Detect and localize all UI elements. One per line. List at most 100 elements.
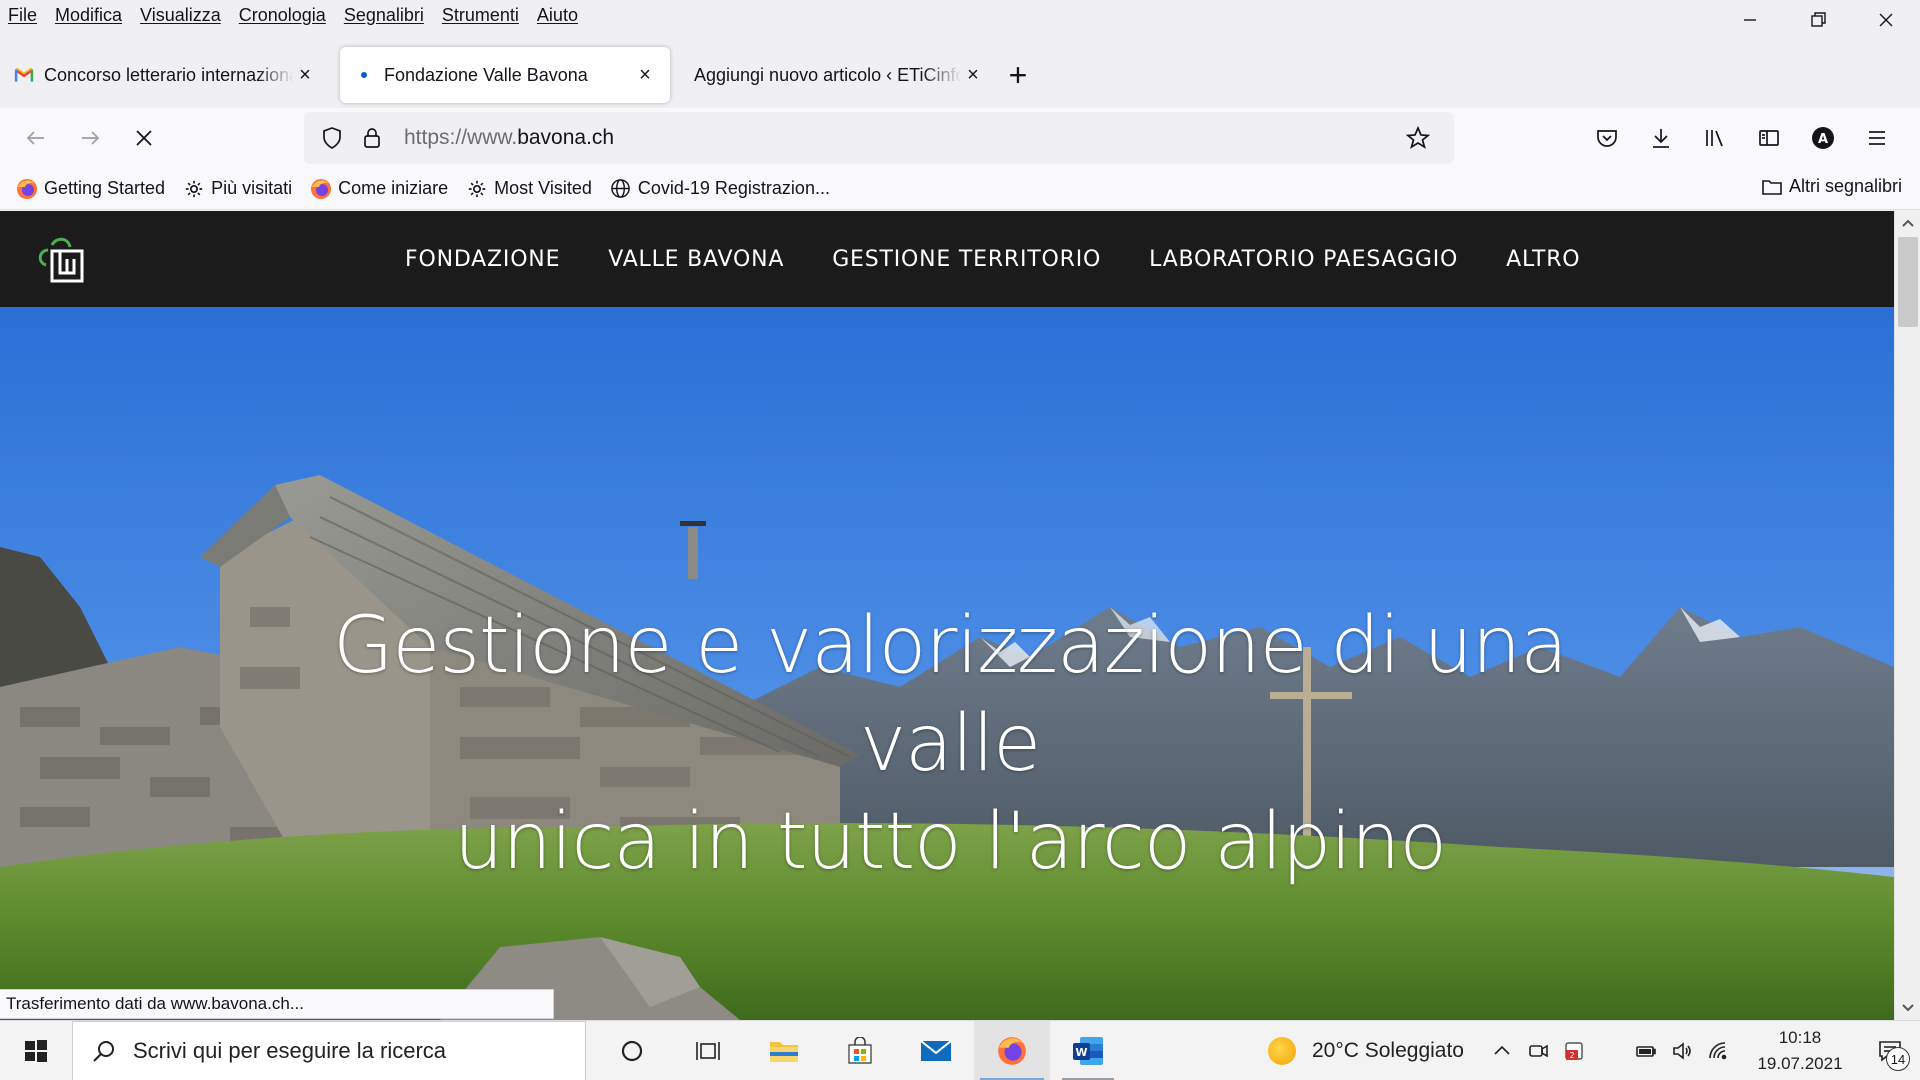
scrollbar-thumb[interactable]	[1898, 237, 1918, 327]
taskbar-clock[interactable]: 10:18 19.07.2021	[1740, 1025, 1860, 1077]
svg-text:A: A	[1818, 132, 1828, 147]
fondazione-logo-icon[interactable]	[34, 233, 90, 287]
site-nav-laboratorio-paesaggio[interactable]: LABORATORIO PAESAGGIO	[1149, 247, 1458, 272]
folder-icon	[770, 1041, 798, 1062]
firefox-icon	[16, 178, 38, 200]
tab-fondazione-valle-bavona[interactable]: Fondazione Valle Bavona ×	[340, 47, 670, 103]
site-nav-valle-bavona[interactable]: VALLE BAVONA	[608, 247, 784, 272]
file-explorer-button[interactable]	[746, 1021, 822, 1080]
windows-taskbar: Scrivi qui per eseguire la ricerca W 20°…	[0, 1020, 1920, 1080]
site-nav-fondazione[interactable]: FONDAZIONE	[405, 247, 560, 272]
camera-icon	[1529, 1044, 1548, 1058]
bookmark-getting-started[interactable]: Getting Started	[16, 178, 165, 200]
sidebar-button[interactable]	[1742, 116, 1796, 160]
menu-file[interactable]: File	[8, 5, 37, 26]
bookmarks-toolbar: Getting Started Più visitati Come inizia…	[0, 168, 1920, 210]
minimize-button[interactable]	[1716, 0, 1784, 40]
hamburger-menu-icon	[1869, 131, 1885, 145]
svg-text:2: 2	[1569, 1051, 1574, 1060]
pocket-button[interactable]	[1580, 116, 1634, 160]
menu-aiuto[interactable]: Aiuto	[537, 5, 578, 26]
tray-volume-button[interactable]	[1664, 1021, 1700, 1080]
plus-icon: +	[1008, 56, 1028, 93]
pocket-icon	[1597, 130, 1617, 147]
tray-meet-now-button[interactable]	[1520, 1021, 1556, 1080]
tray-dropbox-button[interactable]	[1592, 1021, 1628, 1080]
tab-close-icon[interactable]: ×	[294, 64, 316, 86]
other-bookmarks-label: Altri segnalibri	[1788, 176, 1902, 196]
close-window-button[interactable]	[1852, 0, 1920, 40]
page-scrollbar[interactable]	[1894, 211, 1920, 1020]
svg-text:W: W	[1075, 1046, 1087, 1059]
download-icon	[1653, 129, 1669, 148]
tab-title: Concorso letterario internazionale	[44, 64, 294, 85]
downloads-button[interactable]	[1634, 116, 1688, 160]
url-bar[interactable]: https://www.bavona.ch	[304, 112, 1454, 164]
weather-widget[interactable]: 20°C Soleggiato	[1267, 1037, 1464, 1065]
dropbox-icon	[1599, 1040, 1621, 1062]
tab-title: Fondazione Valle Bavona	[384, 64, 588, 85]
stop-icon	[136, 130, 152, 146]
show-hidden-icons-button[interactable]	[1484, 1021, 1520, 1080]
battery-icon	[1636, 1046, 1656, 1057]
restore-button[interactable]	[1784, 0, 1852, 40]
lock-icon[interactable]	[356, 122, 388, 154]
cortana-button[interactable]	[594, 1021, 670, 1080]
menu-cronologia[interactable]: Cronologia	[239, 5, 326, 26]
gear-icon	[183, 178, 205, 200]
status-panel: Trasferimento dati da www.bavona.ch...	[0, 989, 554, 1019]
bookmark-covid-registrazione[interactable]: Covid-19 Registrazion...	[610, 178, 830, 200]
tracking-protection-shield-icon[interactable]	[316, 122, 348, 154]
site-nav-gestione-territorio[interactable]: GESTIONE TERRITORIO	[832, 247, 1101, 272]
start-button[interactable]	[0, 1021, 72, 1080]
taskbar-search-placeholder: Scrivi qui per eseguire la ricerca	[133, 1037, 447, 1063]
cortana-circle-icon	[621, 1040, 643, 1061]
speaker-icon	[1673, 1042, 1691, 1060]
tray-wifi-button[interactable]	[1700, 1021, 1736, 1080]
menu-segnalibri[interactable]: Segnalibri	[344, 5, 424, 26]
scroll-up-arrow[interactable]	[1895, 213, 1920, 235]
bookmark-most-visited[interactable]: Most Visited	[466, 178, 592, 200]
word-taskbar-button[interactable]: W	[1050, 1021, 1126, 1080]
hero-banner: Gestione e valorizzazione di una valle u…	[0, 307, 1894, 1020]
account-button[interactable]: A	[1796, 116, 1850, 160]
bookmark-come-iniziare[interactable]: Come iniziare	[310, 178, 448, 200]
firefox-taskbar-button[interactable]	[974, 1020, 1050, 1080]
url-text[interactable]: https://www.bavona.ch	[404, 126, 1402, 150]
tray-battery-button[interactable]	[1628, 1021, 1664, 1080]
search-icon	[93, 1040, 114, 1062]
microsoft-store-button[interactable]	[822, 1021, 898, 1080]
action-center-button[interactable]: 14	[1860, 1021, 1920, 1080]
other-bookmarks-button[interactable]: Altri segnalibri	[1761, 176, 1902, 197]
scroll-down-arrow[interactable]	[1895, 996, 1920, 1018]
task-view-button[interactable]	[670, 1021, 746, 1080]
mail-button[interactable]	[898, 1021, 974, 1080]
taskbar-search-box[interactable]: Scrivi qui per eseguire la ricerca	[72, 1020, 586, 1080]
menu-visualizza[interactable]: Visualizza	[140, 5, 221, 26]
bookmark-piu-visitati[interactable]: Più visitati	[183, 178, 292, 200]
word-icon: W	[1073, 1036, 1103, 1065]
weather-text: 20°C Soleggiato	[1311, 1039, 1464, 1062]
menu-strumenti[interactable]: Strumenti	[442, 5, 519, 26]
tray-acrobat-button[interactable]: 2	[1556, 1021, 1592, 1080]
tab-gmail[interactable]: Concorso letterario internazionale ×	[0, 47, 330, 103]
sidebar-icon	[1759, 130, 1779, 146]
menu-modifica[interactable]: Modifica	[55, 5, 122, 26]
notification-count-badge: 14	[1886, 1047, 1910, 1071]
app-menu-button[interactable]	[1850, 116, 1904, 160]
library-button[interactable]	[1688, 116, 1742, 160]
tab-eticinforma[interactable]: Aggiungi nuovo articolo ‹ ETiCinforma ×	[678, 47, 998, 103]
minimize-icon	[1744, 19, 1756, 21]
tab-close-icon[interactable]: ×	[634, 64, 656, 86]
page-viewport: FONDAZIONE VALLE BAVONA GESTIONE TERRITO…	[0, 211, 1894, 1020]
site-nav-altro[interactable]: ALTRO	[1506, 247, 1580, 272]
url-scheme: https://www.	[404, 126, 518, 149]
stop-loading-button[interactable]	[120, 116, 168, 160]
tab-close-icon[interactable]: ×	[962, 64, 984, 86]
new-tab-button[interactable]: +	[998, 55, 1038, 95]
bookmark-star-icon[interactable]	[1402, 122, 1434, 154]
bookmark-label: Come iniziare	[338, 178, 449, 198]
back-button[interactable]	[12, 116, 60, 160]
forward-button[interactable]	[66, 116, 114, 160]
clock-date: 19.07.2021	[1757, 1054, 1843, 1073]
